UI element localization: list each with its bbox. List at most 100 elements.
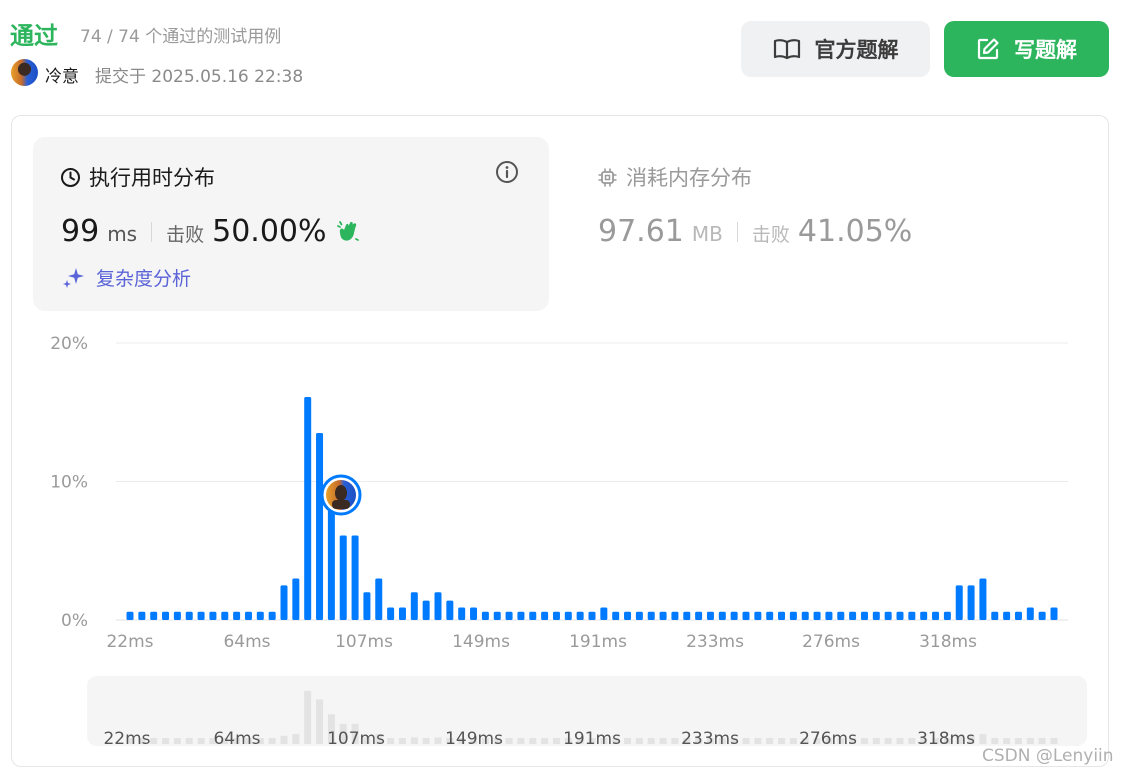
y-tick-label: 10%: [50, 473, 88, 493]
overview-bar: [162, 738, 170, 744]
bar: [754, 611, 762, 620]
overview-bar: [1003, 738, 1011, 744]
bar: [505, 611, 513, 620]
overview-bar: [647, 738, 655, 744]
highlight-avatar-figure: [335, 485, 347, 501]
highlight-avatar-figure: [332, 500, 350, 509]
overview-bar: [979, 734, 987, 744]
bar: [244, 611, 252, 620]
bar: [825, 611, 833, 620]
overview-bar: [552, 738, 560, 744]
runtime-distribution-chart[interactable]: 20% 10% 0% 22ms 64ms 107ms 149ms 191ms 233ms 276m…: [0, 0, 1134, 776]
bar: [552, 611, 560, 620]
bar: [256, 611, 264, 620]
bar: [695, 611, 703, 620]
bar: [647, 611, 655, 620]
bar: [470, 607, 478, 620]
bar: [742, 611, 750, 620]
bar: [363, 592, 371, 620]
bar: [860, 611, 868, 620]
overview-bar: [624, 738, 632, 744]
x-tick-label: 233ms: [686, 632, 744, 652]
bar: [837, 611, 845, 620]
bar: [138, 611, 146, 620]
bar: [316, 433, 324, 620]
bar: [943, 611, 951, 620]
bar: [221, 611, 229, 620]
overview-bar: [173, 738, 181, 744]
overview-bar: [387, 738, 395, 744]
bar: [268, 611, 276, 620]
bar: [197, 611, 205, 620]
bar: [233, 611, 241, 620]
overview-bar: [268, 738, 276, 744]
bar: [398, 607, 406, 620]
overview-bar: [316, 699, 324, 744]
bar: [920, 611, 928, 620]
bar: [576, 611, 584, 620]
overview-bar: [517, 738, 525, 744]
overview-bar: [778, 738, 786, 744]
bar: [517, 611, 525, 620]
overview-tick-label: 107ms: [327, 729, 385, 749]
bar: [209, 611, 217, 620]
bar: [979, 578, 987, 620]
bar: [908, 611, 916, 620]
bar: [789, 611, 797, 620]
overview-tick-label: 276ms: [799, 729, 857, 749]
bar: [458, 607, 466, 620]
bar: [351, 535, 359, 620]
overview-bar: [1026, 738, 1034, 744]
overview-bar: [896, 738, 904, 744]
bar: [1026, 607, 1034, 620]
bar: [671, 611, 679, 620]
overview-bar: [908, 738, 916, 744]
overview-tick-label: 64ms: [213, 729, 260, 749]
bar: [410, 592, 418, 620]
bar: [624, 611, 632, 620]
bar: [292, 578, 300, 620]
bar: [493, 611, 501, 620]
overview-bar: [197, 738, 205, 744]
bar: [659, 611, 667, 620]
bar: [446, 600, 454, 620]
overview-bar: [304, 690, 312, 744]
bar: [932, 611, 940, 620]
bar: [896, 611, 904, 620]
bar: [529, 611, 537, 620]
bar: [387, 607, 395, 620]
bar: [339, 535, 347, 620]
overview-tick-label: 22ms: [103, 729, 150, 749]
bar: [849, 611, 857, 620]
bar: [541, 611, 549, 620]
overview-tick-label: 233ms: [681, 729, 739, 749]
bar: [126, 611, 134, 620]
bar: [801, 611, 809, 620]
bar: [1014, 611, 1022, 620]
watermark: CSDN @Lenyiin: [982, 746, 1114, 766]
overview-bar: [991, 738, 999, 744]
bar: [434, 592, 442, 620]
overview-bar: [434, 737, 442, 744]
overview-bar: [754, 738, 762, 744]
overview-bar: [1050, 738, 1058, 744]
bar: [683, 611, 691, 620]
bar: [612, 611, 620, 620]
overview-bar: [150, 738, 158, 744]
overview-bar: [635, 738, 643, 744]
overview-tick-label: 149ms: [445, 729, 503, 749]
overview-bar: [884, 738, 892, 744]
bar: [1038, 611, 1046, 620]
bar: [564, 611, 572, 620]
overview-bar: [789, 738, 797, 744]
overview-bar: [185, 738, 193, 744]
bar: [766, 611, 774, 620]
overview-bar: [280, 735, 288, 744]
bar: [304, 397, 312, 620]
y-tick-label: 20%: [50, 334, 88, 354]
overview-bar: [422, 738, 430, 744]
bar: [185, 611, 193, 620]
bar: [967, 585, 975, 620]
bar: [718, 611, 726, 620]
x-tick-label: 64ms: [223, 632, 270, 652]
